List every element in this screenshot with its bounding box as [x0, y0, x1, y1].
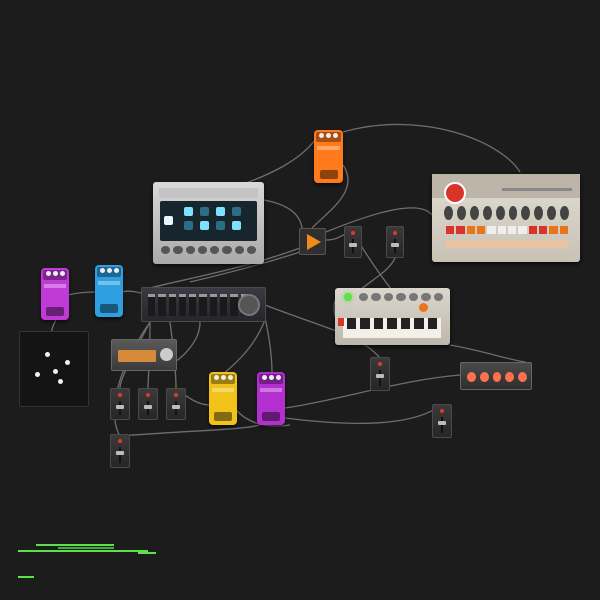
mini-module[interactable]	[138, 388, 158, 420]
footswitch[interactable]	[100, 304, 118, 313]
lcd-readout	[18, 542, 158, 582]
blue-pedal[interactable]	[95, 265, 123, 317]
mini-module[interactable]	[166, 388, 186, 420]
xy-pad[interactable]	[19, 331, 89, 407]
purple-pedal-left[interactable]	[41, 268, 69, 320]
bass-synth[interactable]	[335, 288, 450, 345]
amp-unit[interactable]	[111, 339, 177, 371]
patch-canvas[interactable]	[0, 0, 600, 600]
mini-module[interactable]	[370, 357, 390, 391]
tube-unit[interactable]	[460, 362, 532, 390]
play-trigger[interactable]	[299, 228, 326, 255]
play-icon	[307, 234, 321, 250]
footswitch[interactable]	[214, 412, 232, 421]
grid-sequencer-display	[160, 201, 257, 241]
footswitch[interactable]	[262, 412, 280, 421]
power-led	[344, 293, 352, 301]
mini-module[interactable]	[386, 226, 404, 258]
grid-sequencer[interactable]	[153, 182, 264, 264]
footswitch[interactable]	[46, 307, 64, 316]
dark-mixer[interactable]	[141, 287, 266, 322]
mini-module[interactable]	[110, 388, 130, 420]
accent-knob[interactable]	[419, 303, 428, 312]
mini-module[interactable]	[110, 434, 130, 468]
yellow-pedal[interactable]	[209, 372, 237, 425]
orange-pedal[interactable]	[314, 130, 343, 183]
footswitch[interactable]	[319, 170, 338, 179]
mini-module[interactable]	[344, 226, 362, 258]
patch-cables	[50, 123, 526, 437]
mini-module[interactable]	[432, 404, 452, 438]
amp-knob[interactable]	[160, 348, 173, 361]
master-knob[interactable]	[238, 294, 260, 316]
purple-pedal-right[interactable]	[257, 372, 285, 425]
drum-machine-logo	[444, 182, 466, 204]
drum-machine[interactable]	[432, 174, 580, 262]
